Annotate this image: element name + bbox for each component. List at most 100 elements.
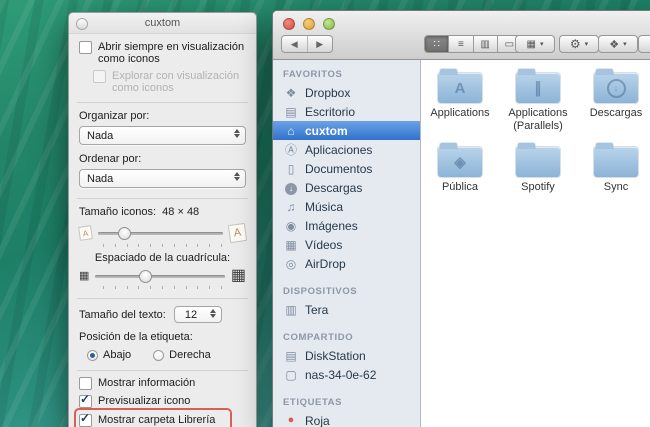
label-position-label: Posición de la etiqueta: xyxy=(79,331,246,343)
music-icon: ♫ xyxy=(283,201,299,213)
checkbox-show-info-label: Mostrar información xyxy=(98,377,195,389)
checkbox-show-library[interactable]: Mostrar carpeta Librería xyxy=(79,414,246,427)
checkbox-open-always-label: Abrir siempre en visualización como icon… xyxy=(98,41,246,65)
action-button[interactable]: ⚙ ▾ xyxy=(559,35,599,53)
checkbox-browse-icons: Explorar con visualización como iconos xyxy=(93,70,246,94)
sidebar-item-musica[interactable]: ♫ Música xyxy=(273,197,420,216)
applications-icon: Ⓐ xyxy=(283,144,299,156)
sort-by-value: Nada xyxy=(87,173,113,185)
checkbox-icon[interactable] xyxy=(79,41,92,54)
slider-ticks xyxy=(103,244,222,247)
slider-thumb[interactable] xyxy=(139,270,152,283)
checkbox-icon xyxy=(93,70,106,83)
checkbox-icon[interactable] xyxy=(79,377,92,390)
sidebar-item-escritorio[interactable]: ▤ Escritorio xyxy=(273,102,420,121)
divider xyxy=(77,102,248,103)
sidebar-item-videos[interactable]: ▦ Vídeos xyxy=(273,235,420,254)
view-mode-segmented: ∷ ≡ ▥ ▭ xyxy=(424,35,522,53)
grid-spacing-slider[interactable] xyxy=(95,270,224,283)
large-grid-icon: ▦ xyxy=(231,268,246,284)
folder-grid: A Applications ∥ Applications (Parallels… xyxy=(421,68,650,195)
sort-by-label: Ordenar por: xyxy=(79,153,246,165)
radio-icon[interactable] xyxy=(153,350,164,361)
sidebar-item-imagenes[interactable]: ◉ Imágenes xyxy=(273,216,420,235)
checkbox-open-always[interactable]: Abrir siempre en visualización como icon… xyxy=(79,41,246,65)
checkbox-icon[interactable] xyxy=(79,395,92,408)
folder-icon: ◈ xyxy=(438,147,482,177)
checkbox-show-info[interactable]: Mostrar información xyxy=(79,377,246,390)
slider-ticks xyxy=(103,286,222,289)
folder-applications-parallels[interactable]: ∥ Applications (Parallels) xyxy=(499,68,577,133)
desktop: cuxtom Abrir siempre en visualización co… xyxy=(0,0,650,427)
close-window-icon[interactable] xyxy=(283,18,295,30)
checkbox-icon[interactable] xyxy=(79,414,92,427)
minimize-window-icon[interactable] xyxy=(303,18,315,30)
sidebar-item-tag-roja[interactable]: ● Roja xyxy=(273,411,420,427)
zoom-window-icon[interactable] xyxy=(323,18,335,30)
devices-header: DISPOSITIVOS xyxy=(273,286,420,297)
checkbox-browse-label: Explorar con visualización como iconos xyxy=(112,70,246,94)
share-button[interactable]: ↗ xyxy=(638,35,650,53)
finder-body: FAVORITOS ❖ Dropbox ▤ Escritorio ⌂ cuxto… xyxy=(273,60,650,427)
text-size-stepper[interactable]: 12 xyxy=(174,306,222,323)
pictures-icon: ◉ xyxy=(283,220,299,232)
forward-icon[interactable]: ▶ xyxy=(308,39,333,50)
sidebar-item-documentos[interactable]: ▯ Documentos xyxy=(273,159,420,178)
sidebar-item-airdrop[interactable]: ◎ AirDrop xyxy=(273,254,420,273)
sidebar-item-descargas[interactable]: ↓ Descargas xyxy=(273,178,420,197)
sort-by-select[interactable]: Nada xyxy=(79,169,246,188)
home-icon: ⌂ xyxy=(283,125,299,137)
favorites-header: FAVORITOS xyxy=(273,69,420,80)
arrange-button[interactable]: ▦ ▾ xyxy=(515,35,555,53)
divider xyxy=(77,298,248,299)
sidebar-item-nas[interactable]: ▢ nas-34-0e-62 xyxy=(273,365,420,384)
sidebar-item-tera[interactable]: ▥ Tera xyxy=(273,300,420,319)
slider-track[interactable] xyxy=(98,232,223,235)
sidebar-item-diskstation[interactable]: ▤ DiskStation xyxy=(273,346,420,365)
slider-thumb[interactable] xyxy=(118,227,131,240)
updown-arrows-icon xyxy=(234,172,240,181)
folder-applications[interactable]: A Applications xyxy=(421,68,499,133)
radio-abajo[interactable]: Abajo xyxy=(87,349,131,361)
sidebar-item-dropbox[interactable]: ❖ Dropbox xyxy=(273,83,420,102)
arrange-icon: ▦ xyxy=(527,39,536,50)
folder-icon xyxy=(594,147,638,177)
checkbox-preview-icon[interactable]: Previsualizar icono xyxy=(79,395,246,408)
dropbox-icon: ❖ xyxy=(609,38,619,51)
close-icon[interactable] xyxy=(76,18,88,30)
documents-icon: ▯ xyxy=(283,163,299,175)
panel-titlebar[interactable]: cuxtom xyxy=(69,13,256,34)
radio-icon[interactable] xyxy=(87,350,98,361)
grid-spacing-label: Espaciado de la cuadrícula: xyxy=(79,252,246,264)
server-icon: ▤ xyxy=(283,350,299,362)
slider-track[interactable] xyxy=(95,275,224,278)
radio-derecha-label: Derecha xyxy=(169,349,211,361)
large-icon-icon: A xyxy=(228,223,247,243)
icon-size-slider[interactable] xyxy=(98,227,223,240)
folder-icon xyxy=(516,147,560,177)
list-view-icon[interactable]: ≡ xyxy=(448,36,472,52)
folder-spotify[interactable]: Spotify xyxy=(499,142,577,194)
text-size-row: Tamaño del texto: 12 xyxy=(79,306,246,323)
icon-view-icon[interactable]: ∷ xyxy=(425,36,448,52)
text-size-label: Tamaño del texto: xyxy=(79,309,166,321)
checkbox-show-library-row: Mostrar carpeta Librería xyxy=(79,414,246,427)
videos-icon: ▦ xyxy=(283,239,299,251)
dropbox-button[interactable]: ❖ ▾ xyxy=(598,35,638,53)
column-view-icon[interactable]: ▥ xyxy=(473,36,497,52)
sidebar-item-aplicaciones[interactable]: Ⓐ Aplicaciones xyxy=(273,140,420,159)
organize-by-select[interactable]: Nada xyxy=(79,126,246,145)
radio-derecha[interactable]: Derecha xyxy=(153,349,211,361)
back-icon[interactable]: ◀ xyxy=(282,39,307,50)
text-size-value: 12 xyxy=(185,309,197,321)
chevron-down-icon: ▾ xyxy=(623,40,627,48)
gear-icon: ⚙ xyxy=(570,37,581,51)
folder-sync[interactable]: Sync xyxy=(577,142,650,194)
view-options-panel: cuxtom Abrir siempre en visualización co… xyxy=(68,12,257,427)
nav-buttons: ◀ ▶ xyxy=(281,35,333,53)
folder-publica[interactable]: ◈ Pública xyxy=(421,142,499,194)
icon-size-label: Tamaño iconos: 48 × 48 xyxy=(79,206,246,218)
sidebar-item-cuxtom[interactable]: ⌂ cuxtom xyxy=(273,121,420,140)
organize-by-label: Organizar por: xyxy=(79,110,246,122)
folder-descargas[interactable]: ↓ Descargas xyxy=(577,68,650,133)
